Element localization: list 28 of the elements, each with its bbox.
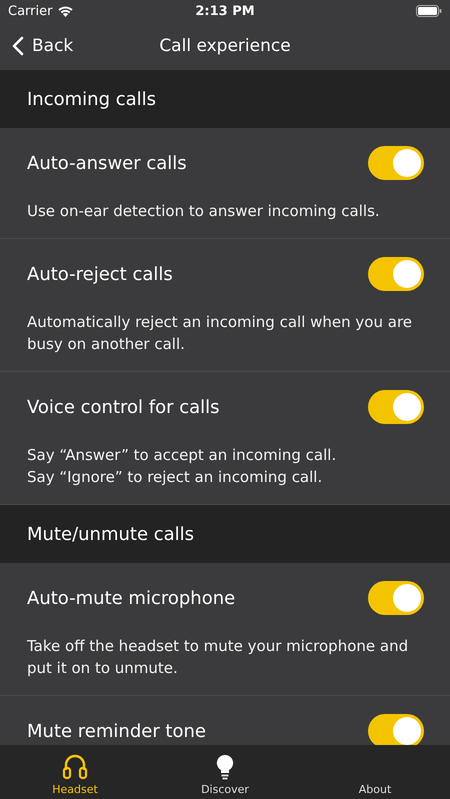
lightbulb-icon bbox=[216, 754, 234, 780]
battery-icon bbox=[416, 5, 442, 17]
section-title: Mute/unmute calls bbox=[27, 524, 194, 544]
toggle-switch[interactable] bbox=[368, 146, 424, 180]
toggle-switch[interactable] bbox=[368, 581, 424, 615]
setting-title: Voice control for calls bbox=[27, 396, 220, 418]
setting-description: Say “Answer” to accept an incoming call. Say “Ignore” to reject an incoming call. bbox=[27, 445, 338, 488]
toggle-switch[interactable] bbox=[368, 390, 424, 424]
section-title: Incoming calls bbox=[27, 88, 156, 110]
setting-title: Mute reminder tone bbox=[27, 720, 206, 742]
setting-title: Auto-reject calls bbox=[27, 264, 173, 284]
setting-title: Auto-mute microphone bbox=[27, 588, 236, 608]
wifi-icon bbox=[57, 5, 74, 17]
setting-title: Auto-answer calls bbox=[27, 152, 187, 174]
chevron-left-icon bbox=[12, 36, 24, 56]
tab-item[interactable]: Discover bbox=[150, 745, 300, 799]
setting-description: Automatically reject an incoming call when you are busy on another call. bbox=[27, 312, 414, 355]
clock-time: 2:13 PM bbox=[195, 4, 255, 18]
setting-description: Take off the headset to mute your microphone and put it on to unmute. bbox=[27, 636, 410, 679]
tab-item[interactable]: About bbox=[300, 745, 450, 799]
tab-item[interactable]: Headset bbox=[0, 745, 150, 799]
headphones-icon bbox=[62, 752, 88, 780]
carrier-label: Carrier bbox=[8, 4, 52, 18]
screen-title: Call experience bbox=[159, 36, 291, 56]
setting-description: Use on-ear detection to answer incoming calls. bbox=[27, 201, 381, 222]
toggle-switch[interactable] bbox=[368, 714, 424, 745]
back-button[interactable]: Back bbox=[12, 22, 74, 70]
toggle-switch[interactable] bbox=[368, 257, 424, 291]
